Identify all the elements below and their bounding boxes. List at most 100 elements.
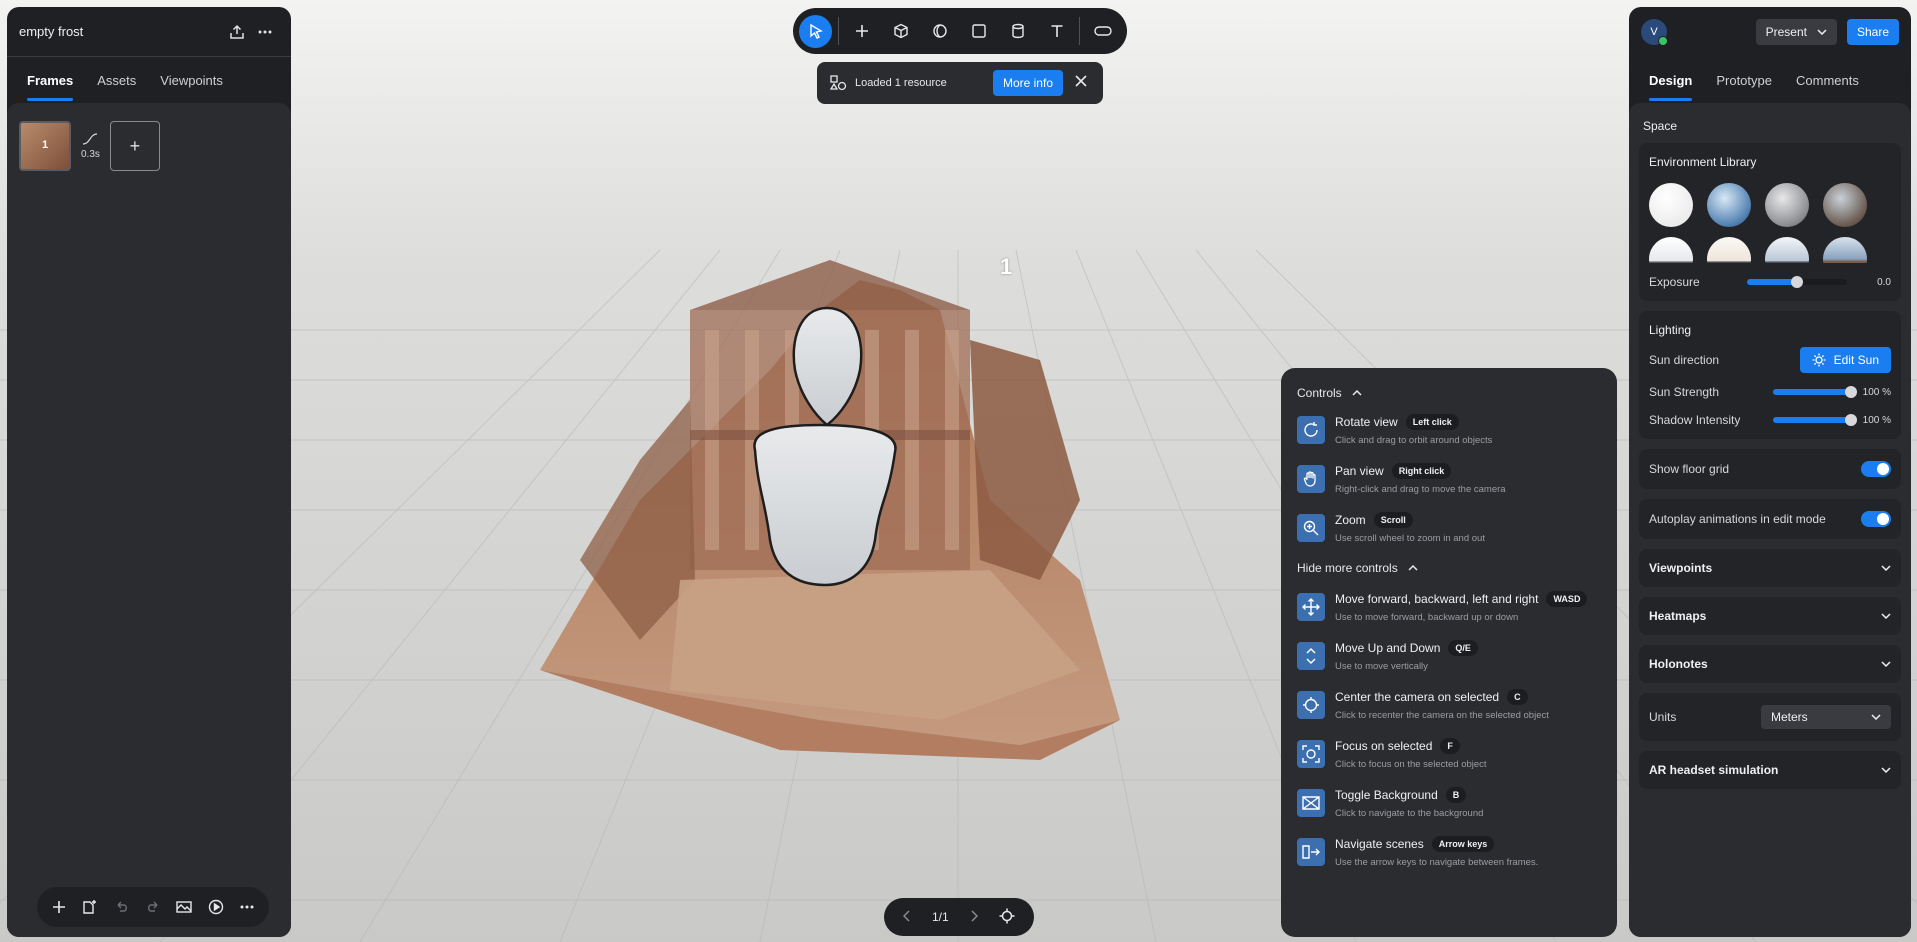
controls-header[interactable]: Controls [1297,386,1601,400]
more-info-button[interactable]: More info [992,70,1063,96]
chevron-right-icon[interactable] [970,909,979,925]
tab-assets[interactable]: Assets [87,57,146,103]
add-frame-icon[interactable] [76,893,104,921]
select-tool-icon[interactable] [799,14,832,48]
text-icon[interactable] [1040,15,1073,48]
easing-curve-icon [83,132,98,145]
chevron-down-icon [1871,714,1881,720]
controls-title: Controls [1297,386,1342,400]
redo-icon[interactable] [139,893,167,921]
export-icon[interactable] [223,18,251,46]
frame-transition[interactable]: 0.3s [81,132,100,160]
cube-icon[interactable] [884,15,917,48]
exposure-slider[interactable] [1747,276,1847,288]
sun-strength-knob[interactable] [1845,386,1857,398]
scene-model[interactable] [520,200,1300,760]
frame-pager: 1/1 [884,898,1034,936]
sun-strength-value: 100 % [1862,386,1891,398]
env-option-white[interactable] [1649,183,1693,227]
tab-design[interactable]: Design [1639,57,1702,103]
env-option-outdoor[interactable] [1823,183,1867,227]
ar-headset-section[interactable]: AR headset simulation [1639,751,1901,789]
control-desc: Use to move vertically [1335,661,1428,672]
environment-grid [1649,183,1891,263]
project-title[interactable]: empty frost [19,24,223,39]
control-title: Move forward, backward, left and right [1335,592,1539,606]
frame-thumbnail[interactable]: 1 [19,121,71,171]
vr-headset-icon[interactable] [1086,15,1119,48]
shadow-fill [1773,417,1851,423]
rectangle-icon[interactable] [962,15,995,48]
key-badge: C [1507,689,1528,705]
tab-frames[interactable]: Frames [17,57,83,103]
env-option-sky[interactable] [1707,183,1751,227]
main-toolbar [793,8,1127,54]
control-title: Center the camera on selected [1335,690,1500,704]
close-icon[interactable] [1071,74,1091,92]
control-background: Toggle Background B Click to navigate to … [1297,787,1601,819]
more-options-icon[interactable] [233,893,261,921]
viewpoints-section[interactable]: Viewpoints [1639,549,1901,587]
env-option-clear[interactable] [1765,237,1809,263]
chevron-left-icon[interactable] [902,909,911,925]
shadow-label: Shadow Intensity [1649,413,1741,427]
control-navigate: Navigate scenes Arrow keys Use the arrow … [1297,836,1601,868]
right-tabs: Design Prototype Comments [1629,57,1911,103]
autoplay-section: Autoplay animations in edit mode [1639,499,1901,539]
key-badge: Arrow keys [1431,836,1495,852]
viewpoints-label: Viewpoints [1649,561,1713,575]
add-icon[interactable] [45,893,73,921]
control-move-vertical: Move Up and Down Q/E Use to move vertical… [1297,640,1601,672]
cylinder-icon[interactable] [1001,15,1034,48]
env-option-studio[interactable] [1765,183,1809,227]
exposure-label: Exposure [1649,275,1700,289]
background-toggle-icon [1297,789,1325,817]
play-icon[interactable] [202,893,230,921]
up-down-icon [1297,642,1325,670]
add-tool-icon[interactable] [845,15,878,48]
tab-comments[interactable]: Comments [1786,57,1869,103]
autoplay-toggle[interactable] [1861,511,1891,527]
portal-icon[interactable] [923,15,956,48]
edit-sun-button[interactable]: Edit Sun [1799,347,1891,373]
control-desc: Right-click and drag to move the camera [1335,484,1506,495]
share-button[interactable]: Share [1846,19,1899,45]
exposure-value: 0.0 [1877,276,1891,288]
control-title: Rotate view [1335,415,1398,429]
exposure-knob[interactable] [1791,276,1803,288]
control-desc: Click to recenter the camera on the sele… [1335,710,1549,721]
control-pan: Pan view Right click Right-click and drag… [1297,463,1601,495]
avatar[interactable]: V [1641,19,1668,46]
hide-more-controls-toggle[interactable]: Hide more controls [1297,561,1601,575]
shadow-value: 100 % [1862,414,1891,426]
add-frame-button[interactable]: + [109,121,160,171]
chevron-down-icon [1817,29,1827,35]
tab-viewpoints[interactable]: Viewpoints [150,57,233,103]
control-title: Toggle Background [1335,788,1438,802]
control-move: Move forward, backward, left and right WA… [1297,591,1601,623]
sun-direction-row: Sun direction Edit Sun [1649,347,1891,373]
present-button[interactable]: Present [1755,19,1837,45]
sun-strength-row: Sun Strength 100 % [1649,385,1891,399]
floor-grid-toggle[interactable] [1861,461,1891,477]
heatmaps-section[interactable]: Heatmaps [1639,597,1901,635]
recenter-icon[interactable] [999,908,1015,927]
units-section: Units Meters [1639,693,1901,741]
exposure-fill [1747,279,1797,285]
control-title: Navigate scenes [1335,837,1424,851]
env-option-dawn[interactable] [1649,237,1693,263]
control-desc: Click to focus on the selected object [1335,759,1487,770]
undo-icon[interactable] [108,893,136,921]
background-icon[interactable] [170,893,198,921]
shadow-slider[interactable] [1773,414,1857,426]
chevron-up-icon [1352,390,1362,396]
shadow-knob[interactable] [1845,414,1857,426]
more-icon[interactable] [251,18,279,46]
units-select[interactable]: Meters [1761,705,1891,729]
holonotes-section[interactable]: Holonotes [1639,645,1901,683]
key-badge: Scroll [1373,512,1413,528]
env-option-cloudy[interactable] [1707,237,1751,263]
sun-strength-slider[interactable] [1773,386,1857,398]
tab-prototype[interactable]: Prototype [1706,57,1782,103]
env-option-sunset[interactable] [1823,237,1867,263]
